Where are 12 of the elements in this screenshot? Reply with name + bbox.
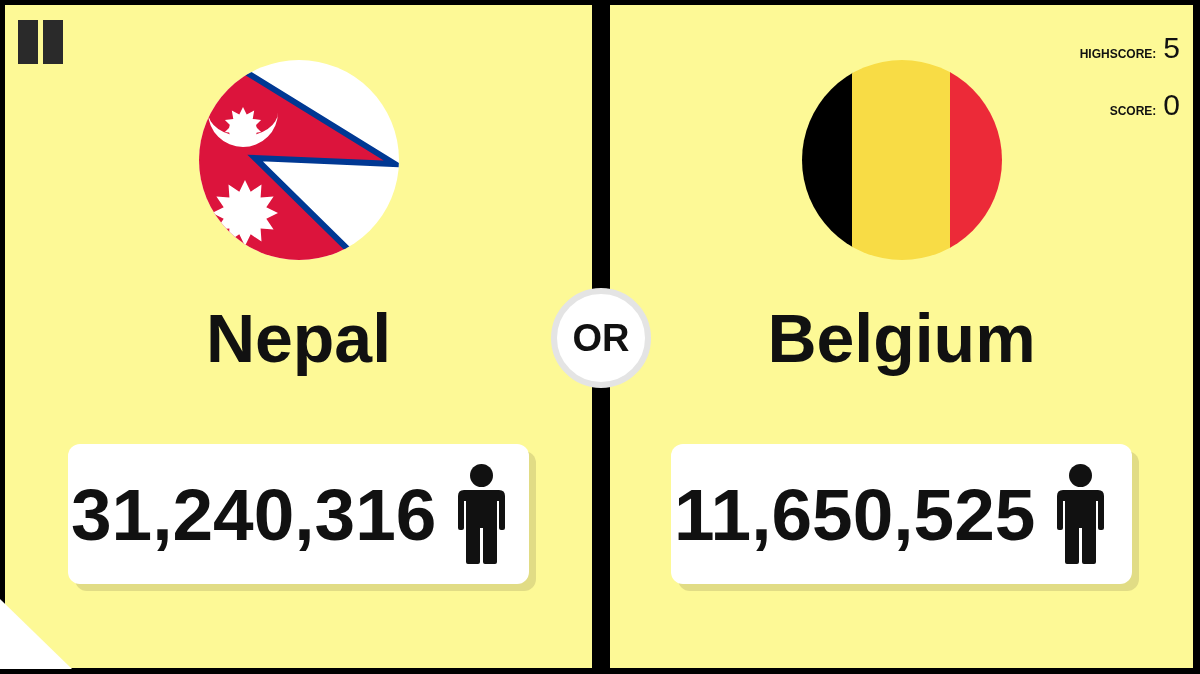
score-label: SCORE: xyxy=(1109,103,1157,120)
pause-button[interactable] xyxy=(18,20,63,64)
person-icon xyxy=(1057,464,1105,564)
score-value: 0 xyxy=(1163,90,1180,120)
population-value: 11,650,525 xyxy=(674,477,1036,551)
person-icon xyxy=(458,464,506,564)
corner-triangle-icon xyxy=(0,599,72,669)
flag-icon xyxy=(801,60,1002,260)
population-value: 31,240,316 xyxy=(71,477,437,551)
highscore-value: 5 xyxy=(1163,33,1180,63)
pause-icon xyxy=(18,20,63,64)
highscore-label: HIGHSCORE: xyxy=(1079,46,1157,63)
